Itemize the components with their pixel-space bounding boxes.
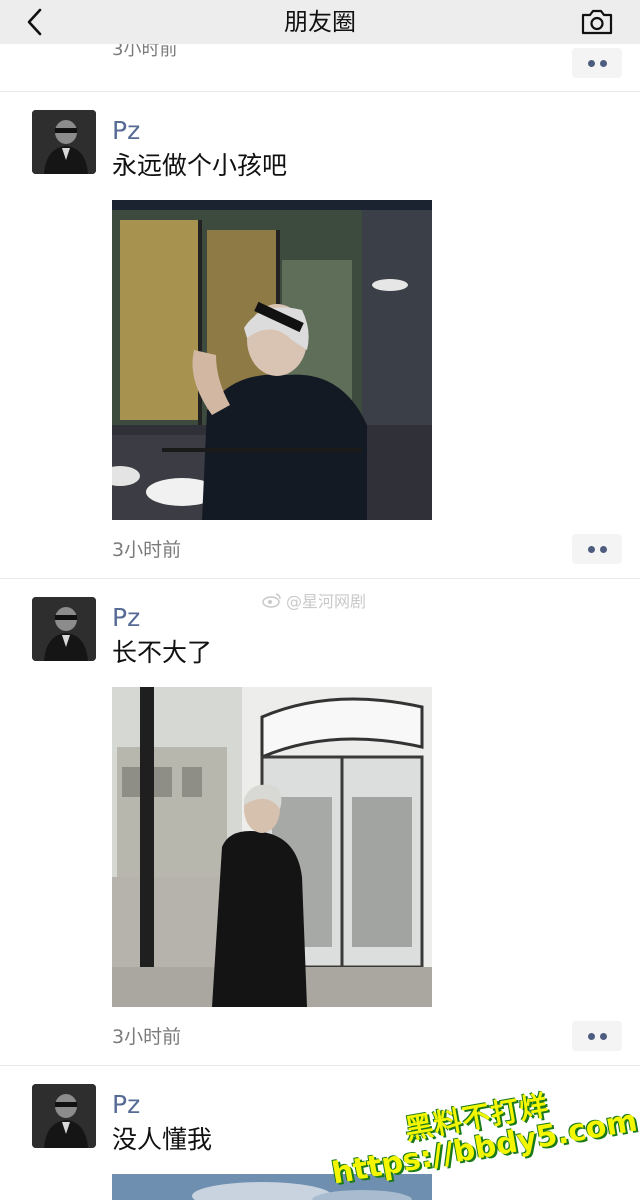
post-photo[interactable]	[112, 687, 432, 1007]
avatar[interactable]	[32, 110, 96, 174]
nickname[interactable]: Pz	[112, 1090, 140, 1120]
dot-icon	[599, 1032, 607, 1040]
weibo-watermark: @星河网剧	[262, 588, 366, 612]
camera-icon	[581, 9, 613, 35]
post-text: 没人懂我	[112, 1125, 213, 1154]
avatar[interactable]	[32, 1084, 96, 1148]
page-title: 朋友圈	[284, 8, 356, 36]
post-time: 3小时前	[112, 1026, 182, 1048]
post-text: 永远做个小孩吧	[112, 151, 288, 180]
previous-post-tail: 3小时前	[0, 44, 640, 92]
chevron-left-icon	[27, 8, 42, 36]
dot-icon	[599, 545, 607, 553]
post-time: 3小时前	[112, 539, 182, 561]
more-options-button[interactable]	[572, 1021, 622, 1051]
camera-button[interactable]	[580, 6, 614, 38]
back-button[interactable]	[20, 6, 50, 38]
post-photo[interactable]	[112, 200, 432, 520]
moment-post: Pz 永远做个小孩吧 3小时前	[0, 92, 640, 578]
dot-icon	[587, 545, 595, 553]
dot-icon	[599, 59, 607, 67]
more-options-button[interactable]	[572, 534, 622, 564]
moment-post: Pz 长不大了 3小时前	[0, 579, 640, 1065]
nickname[interactable]: Pz	[112, 603, 140, 633]
nav-bar: 朋友圈	[0, 0, 640, 44]
site-watermark-overlay: 黑料不打烊 https://bbdy5.com	[329, 1089, 640, 1192]
post-time: 3小时前	[112, 44, 178, 60]
more-options-button[interactable]	[572, 48, 622, 78]
post-text: 长不大了	[112, 638, 213, 667]
weibo-icon	[262, 593, 281, 608]
dot-icon	[587, 1032, 595, 1040]
avatar[interactable]	[32, 597, 96, 661]
nickname[interactable]: Pz	[112, 116, 140, 146]
dot-icon	[587, 59, 595, 67]
weibo-watermark-text: @星河网剧	[286, 592, 367, 611]
